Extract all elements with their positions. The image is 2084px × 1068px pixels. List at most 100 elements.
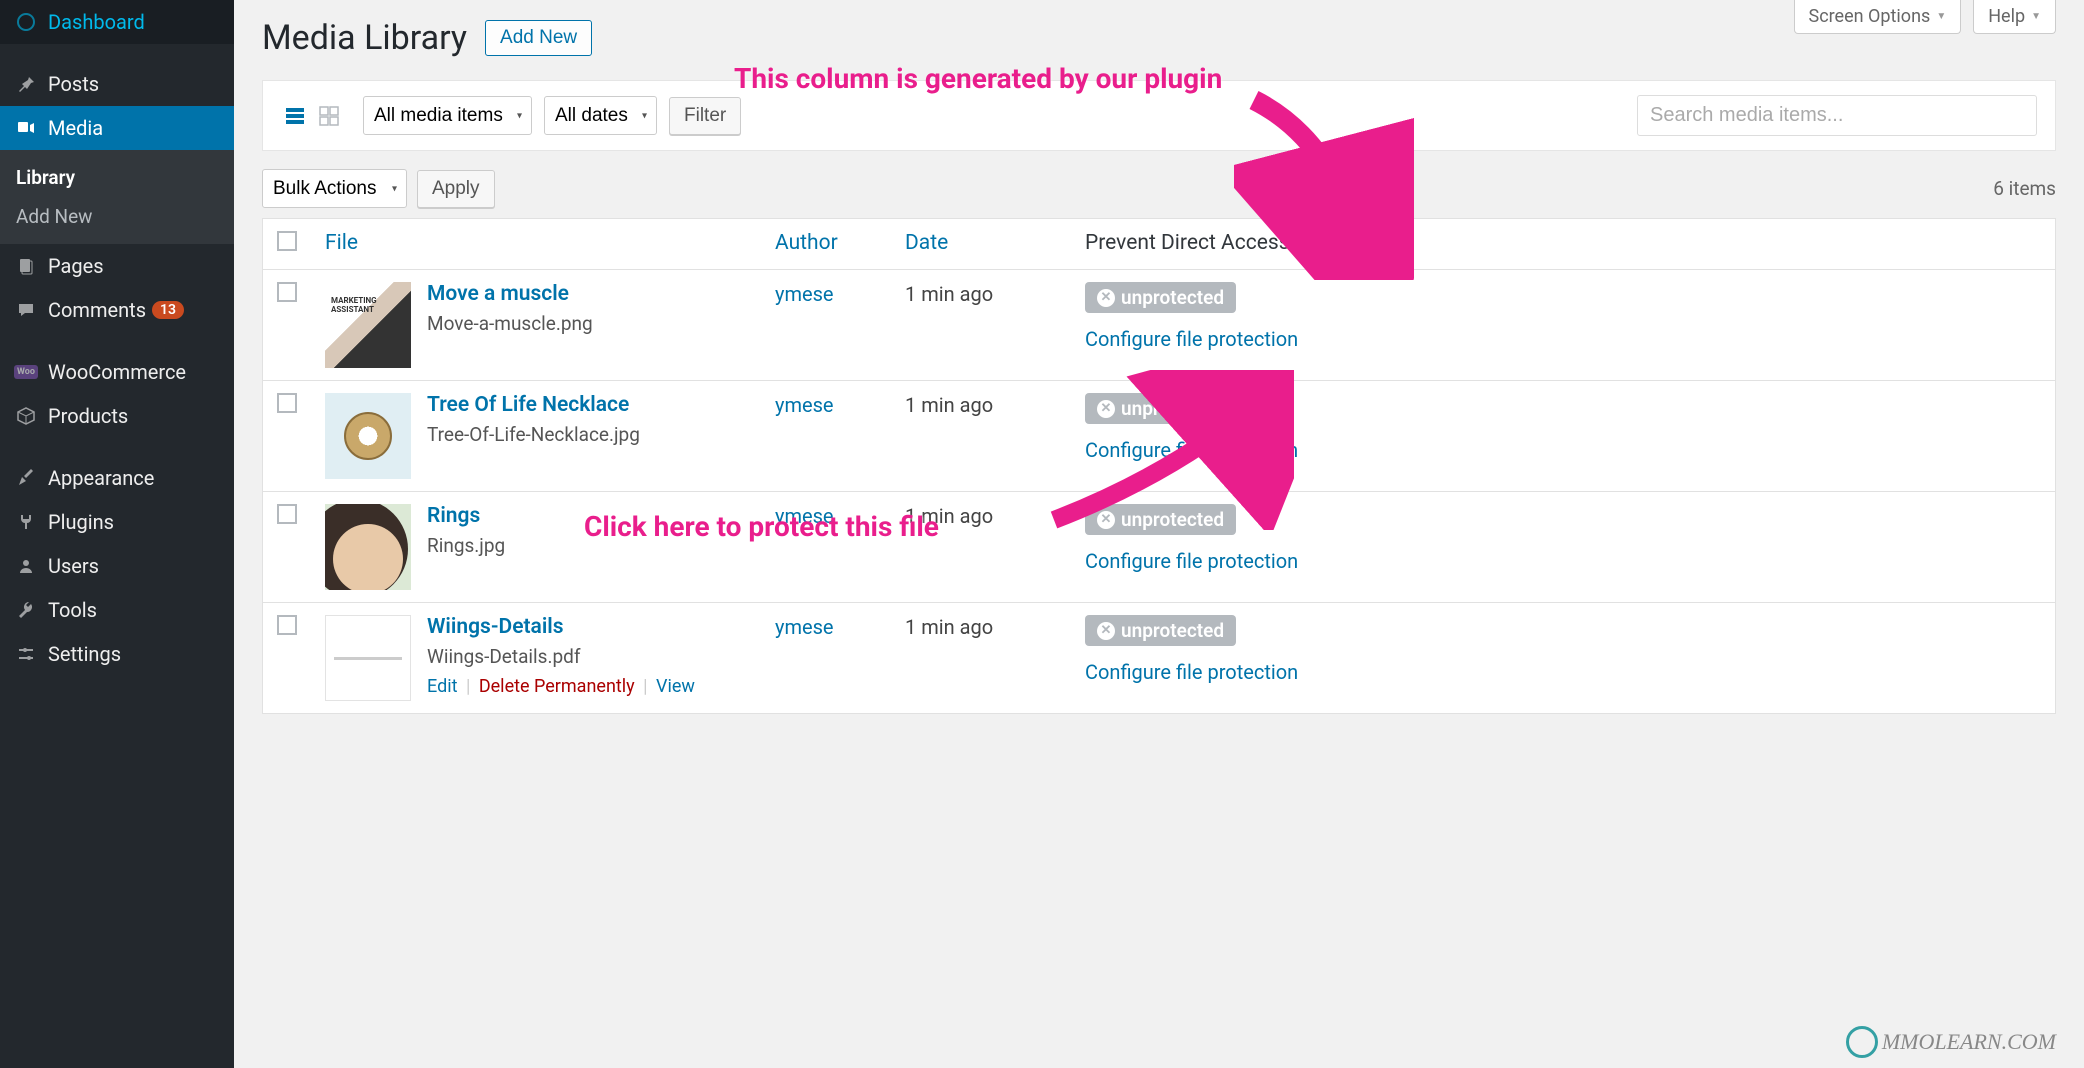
menu-label: Pages [48,254,104,278]
author-link[interactable]: ymese [775,615,834,639]
media-submenu: Library Add New [0,150,234,244]
media-type-filter[interactable]: All media items [363,96,532,135]
menu-appearance[interactable]: Appearance [0,456,234,500]
pin-icon [12,74,40,94]
file-name: Wiings-Details.pdf [427,645,695,668]
page-title: Media Library [262,18,467,58]
settings-icon [12,644,40,664]
author-link[interactable]: ymese [775,282,834,306]
col-header-pda: Prevent Direct Access [1071,219,2056,270]
configure-protection-link[interactable]: Configure file protection [1085,660,2041,684]
filter-button[interactable]: Filter [669,97,741,135]
search-input[interactable] [1637,95,2037,136]
menu-pages[interactable]: Pages [0,244,234,288]
author-link[interactable]: ymese [775,504,834,528]
select-all-checkbox[interactable] [277,231,297,251]
configure-protection-link[interactable]: Configure file protection [1085,327,2041,351]
thumbnail[interactable] [325,393,411,479]
file-name: Move-a-muscle.png [427,312,593,335]
col-header-author[interactable]: Author [761,219,891,270]
edit-link[interactable]: Edit [427,676,457,697]
protection-status-badge: ✕unprotected [1085,393,1236,424]
filter-bar: All media items All dates Filter [262,80,2056,151]
main-content: Screen Options ▼ Help ▼ Media Library Ad… [234,0,2084,1068]
bulk-actions-select[interactable]: Bulk Actions [262,169,407,208]
tools-icon [12,600,40,620]
menu-comments[interactable]: Comments 13 [0,288,234,332]
menu-users[interactable]: Users [0,544,234,588]
menu-media[interactable]: Media [0,106,234,150]
media-icon [12,118,40,138]
dashboard-icon [12,12,40,32]
help-label: Help [1988,6,2025,27]
date-text: 1 min ago [905,393,993,417]
date-filter[interactable]: All dates [544,96,657,135]
author-link[interactable]: ymese [775,393,834,417]
col-header-date[interactable]: Date [891,219,1071,270]
appearance-icon [12,468,40,488]
menu-label: Media [48,116,103,140]
menu-label: Plugins [48,510,114,534]
close-icon: ✕ [1097,289,1115,307]
table-row: Wiings-Details Wiings-Details.pdf Edit |… [263,603,2056,714]
submenu-library[interactable]: Library [0,158,234,197]
menu-settings[interactable]: Settings [0,632,234,676]
screen-options-label: Screen Options [1809,6,1931,27]
menu-label: Appearance [48,466,154,490]
grid-view-icon[interactable] [315,102,343,130]
protection-status-badge: ✕unprotected [1085,504,1236,535]
chevron-down-icon: ▼ [2031,11,2041,22]
menu-tools[interactable]: Tools [0,588,234,632]
menu-woocommerce[interactable]: Woo WooCommerce [0,350,234,394]
protection-status-badge: ✕unprotected [1085,282,1236,313]
apply-button[interactable]: Apply [417,170,495,208]
add-new-button[interactable]: Add New [485,20,592,56]
thumbnail[interactable] [325,504,411,590]
file-title-link[interactable]: Tree Of Life Necklace [427,393,629,417]
menu-dashboard[interactable]: Dashboard [0,0,234,44]
file-name: Tree-Of-Life-Necklace.jpg [427,423,640,446]
comments-badge: 13 [152,301,184,319]
screen-options-tab[interactable]: Screen Options ▼ [1794,0,1962,34]
menu-products[interactable]: Products [0,394,234,438]
thumbnail[interactable] [325,282,411,368]
row-checkbox[interactable] [277,282,297,302]
products-icon [12,406,40,426]
col-header-file[interactable]: File [311,219,761,270]
admin-sidebar: Dashboard Posts Media Library Add New Pa… [0,0,234,1068]
file-name: Rings.jpg [427,534,505,557]
submenu-addnew[interactable]: Add New [0,197,234,236]
help-tab[interactable]: Help ▼ [1973,0,2056,34]
woo-icon: Woo [12,365,40,379]
table-row: Move a muscle Move-a-muscle.png ymese 1 … [263,270,2056,381]
configure-protection-link[interactable]: Configure file protection [1085,549,2041,573]
close-icon: ✕ [1097,622,1115,640]
table-row: Tree Of Life Necklace Tree-Of-Life-Neckl… [263,381,2056,492]
configure-protection-link[interactable]: Configure file protection [1085,438,2041,462]
file-title-link[interactable]: Move a muscle [427,282,569,306]
watermark: MMOLEARN.COM [1846,1026,2056,1058]
row-checkbox[interactable] [277,615,297,635]
close-icon: ✕ [1097,400,1115,418]
menu-label: Products [48,404,128,428]
view-link[interactable]: View [656,676,695,697]
plugins-icon [12,512,40,532]
menu-label: Settings [48,642,121,666]
menu-label: Tools [48,598,97,622]
row-actions: Edit | Delete Permanently | View [427,676,695,697]
comments-icon [12,300,40,320]
thumbnail[interactable] [325,615,411,701]
row-checkbox[interactable] [277,393,297,413]
list-view-icon[interactable] [281,102,309,130]
items-count: 6 items [1993,177,2056,200]
menu-posts[interactable]: Posts [0,62,234,106]
file-title-link[interactable]: Rings [427,504,480,528]
row-checkbox[interactable] [277,504,297,524]
menu-plugins[interactable]: Plugins [0,500,234,544]
close-icon: ✕ [1097,511,1115,529]
file-title-link[interactable]: Wiings-Details [427,615,564,639]
menu-label: Posts [48,72,99,96]
pages-icon [12,256,40,276]
delete-link[interactable]: Delete Permanently [479,676,635,697]
table-row: Rings Rings.jpg ymese 1 min ago ✕unprote… [263,492,2056,603]
